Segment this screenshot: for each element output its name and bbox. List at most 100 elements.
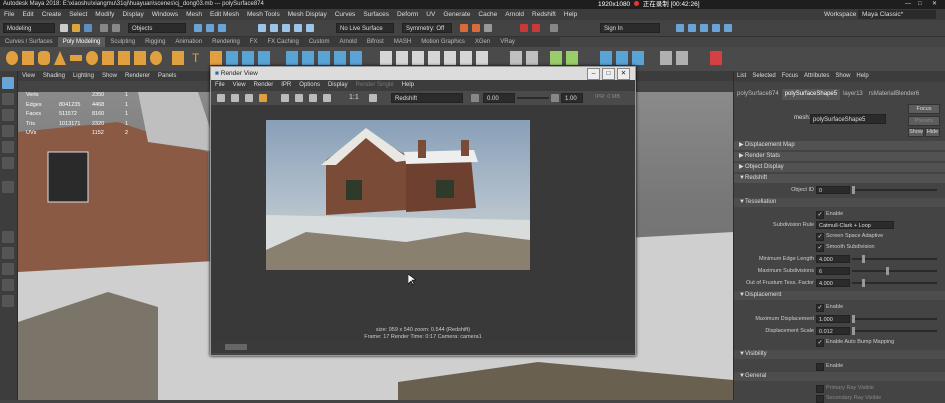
section-general[interactable]: ▼General [734,372,945,381]
snap-surface-icon[interactable] [306,24,314,32]
menu-edit-mesh[interactable]: Edit Mesh [206,9,243,20]
snap-curve-icon[interactable] [270,24,278,32]
new-scene-icon[interactable] [60,24,68,32]
separate-icon[interactable] [242,51,254,65]
shelf-tab-xgen[interactable]: XGen [470,37,495,47]
select-tool-icon[interactable] [2,77,14,89]
min-edge-field[interactable]: 4.000 [816,255,850,263]
attr-menu-show[interactable]: Show [832,71,853,82]
attr-tab-shape[interactable]: polySurfaceShape5 [781,89,841,100]
slider-knob[interactable] [852,327,855,335]
attr-tab-transform[interactable]: polySurface874 [734,89,782,100]
vp-menu-panels[interactable]: Panels [154,71,180,81]
disp-enable-checkbox[interactable]: ✓ [816,304,824,312]
rv-menu-options[interactable]: Options [295,80,324,91]
rv-snapshot-icon[interactable] [245,94,253,102]
menu-cache[interactable]: Cache [474,9,501,20]
workspace-dropdown[interactable]: Maya Classic* [858,10,936,19]
merge-icon[interactable] [428,51,440,65]
vis-enable-checkbox[interactable] [816,363,824,371]
channel-box-icon[interactable] [724,24,732,32]
slider-knob[interactable] [862,279,865,287]
slider-knob[interactable] [862,255,865,263]
sign-in-button[interactable]: Sign In [600,23,660,33]
section-visibility[interactable]: ▼Visibility [734,350,945,359]
menu-arnold[interactable]: Arnold [501,9,528,20]
delete-history-icon[interactable] [632,51,644,65]
attr-menu-list[interactable]: List [734,71,749,82]
objects-dropdown[interactable]: Objects [128,23,186,33]
extract-icon[interactable] [318,51,330,65]
shelf-tab-sculpting[interactable]: Sculpting [105,37,140,47]
render-view-window[interactable]: ■ Render View – □ ✕ File View Render IPR Opt… [210,66,636,356]
section-tessellation[interactable]: ▼Tessellation [734,198,945,207]
attr-menu-help[interactable]: Help [853,71,871,82]
rv-menu-render-single[interactable]: Render Single [352,80,398,91]
render-frame-icon[interactable] [460,24,468,32]
attr-menu-attributes[interactable]: Attributes [801,71,832,82]
freeze-transform-icon[interactable] [600,51,612,65]
outliner-layout-icon[interactable] [2,295,14,307]
save-scene-icon[interactable] [84,24,92,32]
menu-file[interactable]: File [0,9,18,20]
paint-select-icon[interactable] [2,109,14,121]
auto-bump-checkbox[interactable]: ✓ [816,339,824,347]
rv-redo-render-icon[interactable] [217,94,225,102]
rv-renderer-dropdown[interactable]: Redshift [391,93,463,103]
menu-edit[interactable]: Edit [18,9,37,20]
hypershade-icon[interactable] [550,24,558,32]
attr-menu-focus[interactable]: Focus [779,71,801,82]
symmetry-dropdown[interactable]: Symmetry: Off [402,23,452,33]
snap-view-icon[interactable] [294,24,302,32]
presets-button[interactable]: Presets [908,116,940,126]
boolean-icon[interactable] [286,51,298,65]
target-weld-2-icon[interactable] [526,51,538,65]
out-frustum-slider[interactable] [852,279,937,287]
undo-icon[interactable] [100,24,108,32]
rv-exposure-slider[interactable] [517,97,549,99]
rv-scroll-thumb[interactable] [225,344,247,350]
slider-knob[interactable] [852,186,855,194]
rv-menu-display[interactable]: Display [324,80,352,91]
shelf-tab-vray[interactable]: VRay [495,37,520,47]
center-pivot-icon[interactable] [616,51,628,65]
soft-edge-icon[interactable] [660,51,672,65]
hide-button[interactable]: Hide [925,128,940,137]
menu-mesh-tools[interactable]: Mesh Tools [243,9,284,20]
menu-surfaces[interactable]: Surfaces [359,9,393,20]
focus-button[interactable]: Focus [908,104,940,114]
attr-menu-selected[interactable]: Selected [749,71,778,82]
rv-remove-image-icon[interactable] [323,94,331,102]
extrude-icon[interactable] [380,51,392,65]
multi-cut-icon[interactable] [476,51,488,65]
lasso-tool-icon[interactable] [2,93,14,105]
menu-select[interactable]: Select [65,9,91,20]
menu-uv[interactable]: UV [422,9,439,20]
rv-ipr-icon[interactable] [259,94,267,102]
persp-outliner-layout-icon[interactable] [2,263,14,275]
rv-exposure-icon[interactable] [471,94,479,102]
section-redshift[interactable]: ▼Redshift [734,174,945,183]
poly-torus-icon[interactable] [86,51,98,65]
rv-menu-ipr[interactable]: IPR [277,80,295,91]
shelf-tab-fx-caching[interactable]: FX Caching [262,37,303,47]
smooth-icon[interactable] [258,51,270,65]
rv-minimize-icon[interactable]: – [587,68,600,80]
section-object-display[interactable]: ▶Object Display [734,163,945,172]
combine-icon[interactable] [226,51,238,65]
vp-menu-show[interactable]: Show [98,71,121,81]
shelf-tab-animation[interactable]: Animation [170,37,207,47]
min-edge-slider[interactable] [852,255,937,263]
bevel-icon[interactable] [412,51,424,65]
reduce-icon[interactable] [350,51,362,65]
mirror-icon[interactable] [302,51,314,65]
menu-windows[interactable]: Windows [148,9,182,20]
bridge-icon[interactable] [396,51,408,65]
rv-maximize-icon[interactable]: □ [602,68,615,80]
render-view-titlebar[interactable]: ■ Render View – □ ✕ [211,67,635,80]
super-shape-icon[interactable] [172,51,184,65]
open-scene-icon[interactable] [72,24,80,32]
live-surface-dropdown[interactable]: No Live Surface [336,23,394,33]
modeling-toolkit-icon[interactable] [676,24,684,32]
section-displacement[interactable]: ▼Displacement [734,291,945,300]
